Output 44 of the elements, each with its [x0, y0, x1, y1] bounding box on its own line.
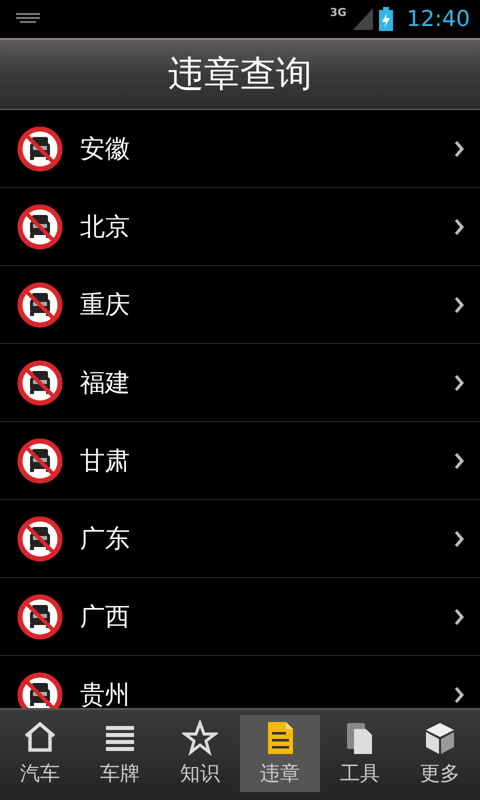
province-item[interactable]: 广东	[0, 500, 480, 578]
chevron-icon	[454, 296, 464, 314]
province-name: 贵州	[80, 679, 131, 708]
province-item[interactable]: 安徽	[0, 110, 480, 188]
chevron-icon	[454, 140, 464, 158]
signal-icon	[352, 8, 373, 30]
no-car-icon	[17, 126, 63, 172]
chevron-icon	[454, 374, 464, 392]
battery-icon	[378, 7, 393, 31]
keyboard-icon	[16, 13, 40, 25]
no-car-icon	[17, 438, 63, 484]
star-icon	[182, 720, 218, 756]
province-name: 福建	[80, 367, 131, 399]
screen-title: 违章查询	[168, 53, 312, 97]
tab[interactable]: 汽车	[0, 715, 80, 792]
province-item[interactable]: 甘肃	[0, 422, 480, 500]
tab[interactable]: 违章	[240, 715, 320, 792]
province-item[interactable]: 广西	[0, 578, 480, 656]
chevron-icon	[454, 452, 464, 470]
tab[interactable]: 工具	[320, 715, 400, 792]
chevron-icon	[454, 608, 464, 626]
tab[interactable]: 车牌	[80, 715, 160, 792]
no-car-icon	[17, 516, 63, 562]
province-name: 广东	[80, 523, 131, 555]
province-name: 甘肃	[80, 445, 131, 477]
tab[interactable]: 知识	[160, 715, 240, 792]
chevron-icon	[454, 530, 464, 548]
tab[interactable]: 更多	[400, 715, 480, 792]
province-name: 重庆	[80, 289, 131, 321]
no-car-icon	[17, 672, 63, 708]
no-car-icon	[17, 594, 63, 640]
no-car-icon	[17, 282, 63, 328]
network-type: 3G	[330, 6, 347, 19]
chevron-icon	[454, 686, 464, 704]
province-name: 北京	[80, 211, 131, 243]
no-car-icon	[17, 204, 63, 250]
clock: 12:40	[406, 6, 470, 32]
province-item[interactable]: 北京	[0, 188, 480, 266]
province-item[interactable]: 福建	[0, 344, 480, 422]
province-item[interactable]: 重庆	[0, 266, 480, 344]
chevron-icon	[454, 218, 464, 236]
province-name: 广西	[80, 601, 131, 633]
no-car-icon	[17, 360, 63, 406]
province-name: 安徽	[80, 133, 131, 165]
